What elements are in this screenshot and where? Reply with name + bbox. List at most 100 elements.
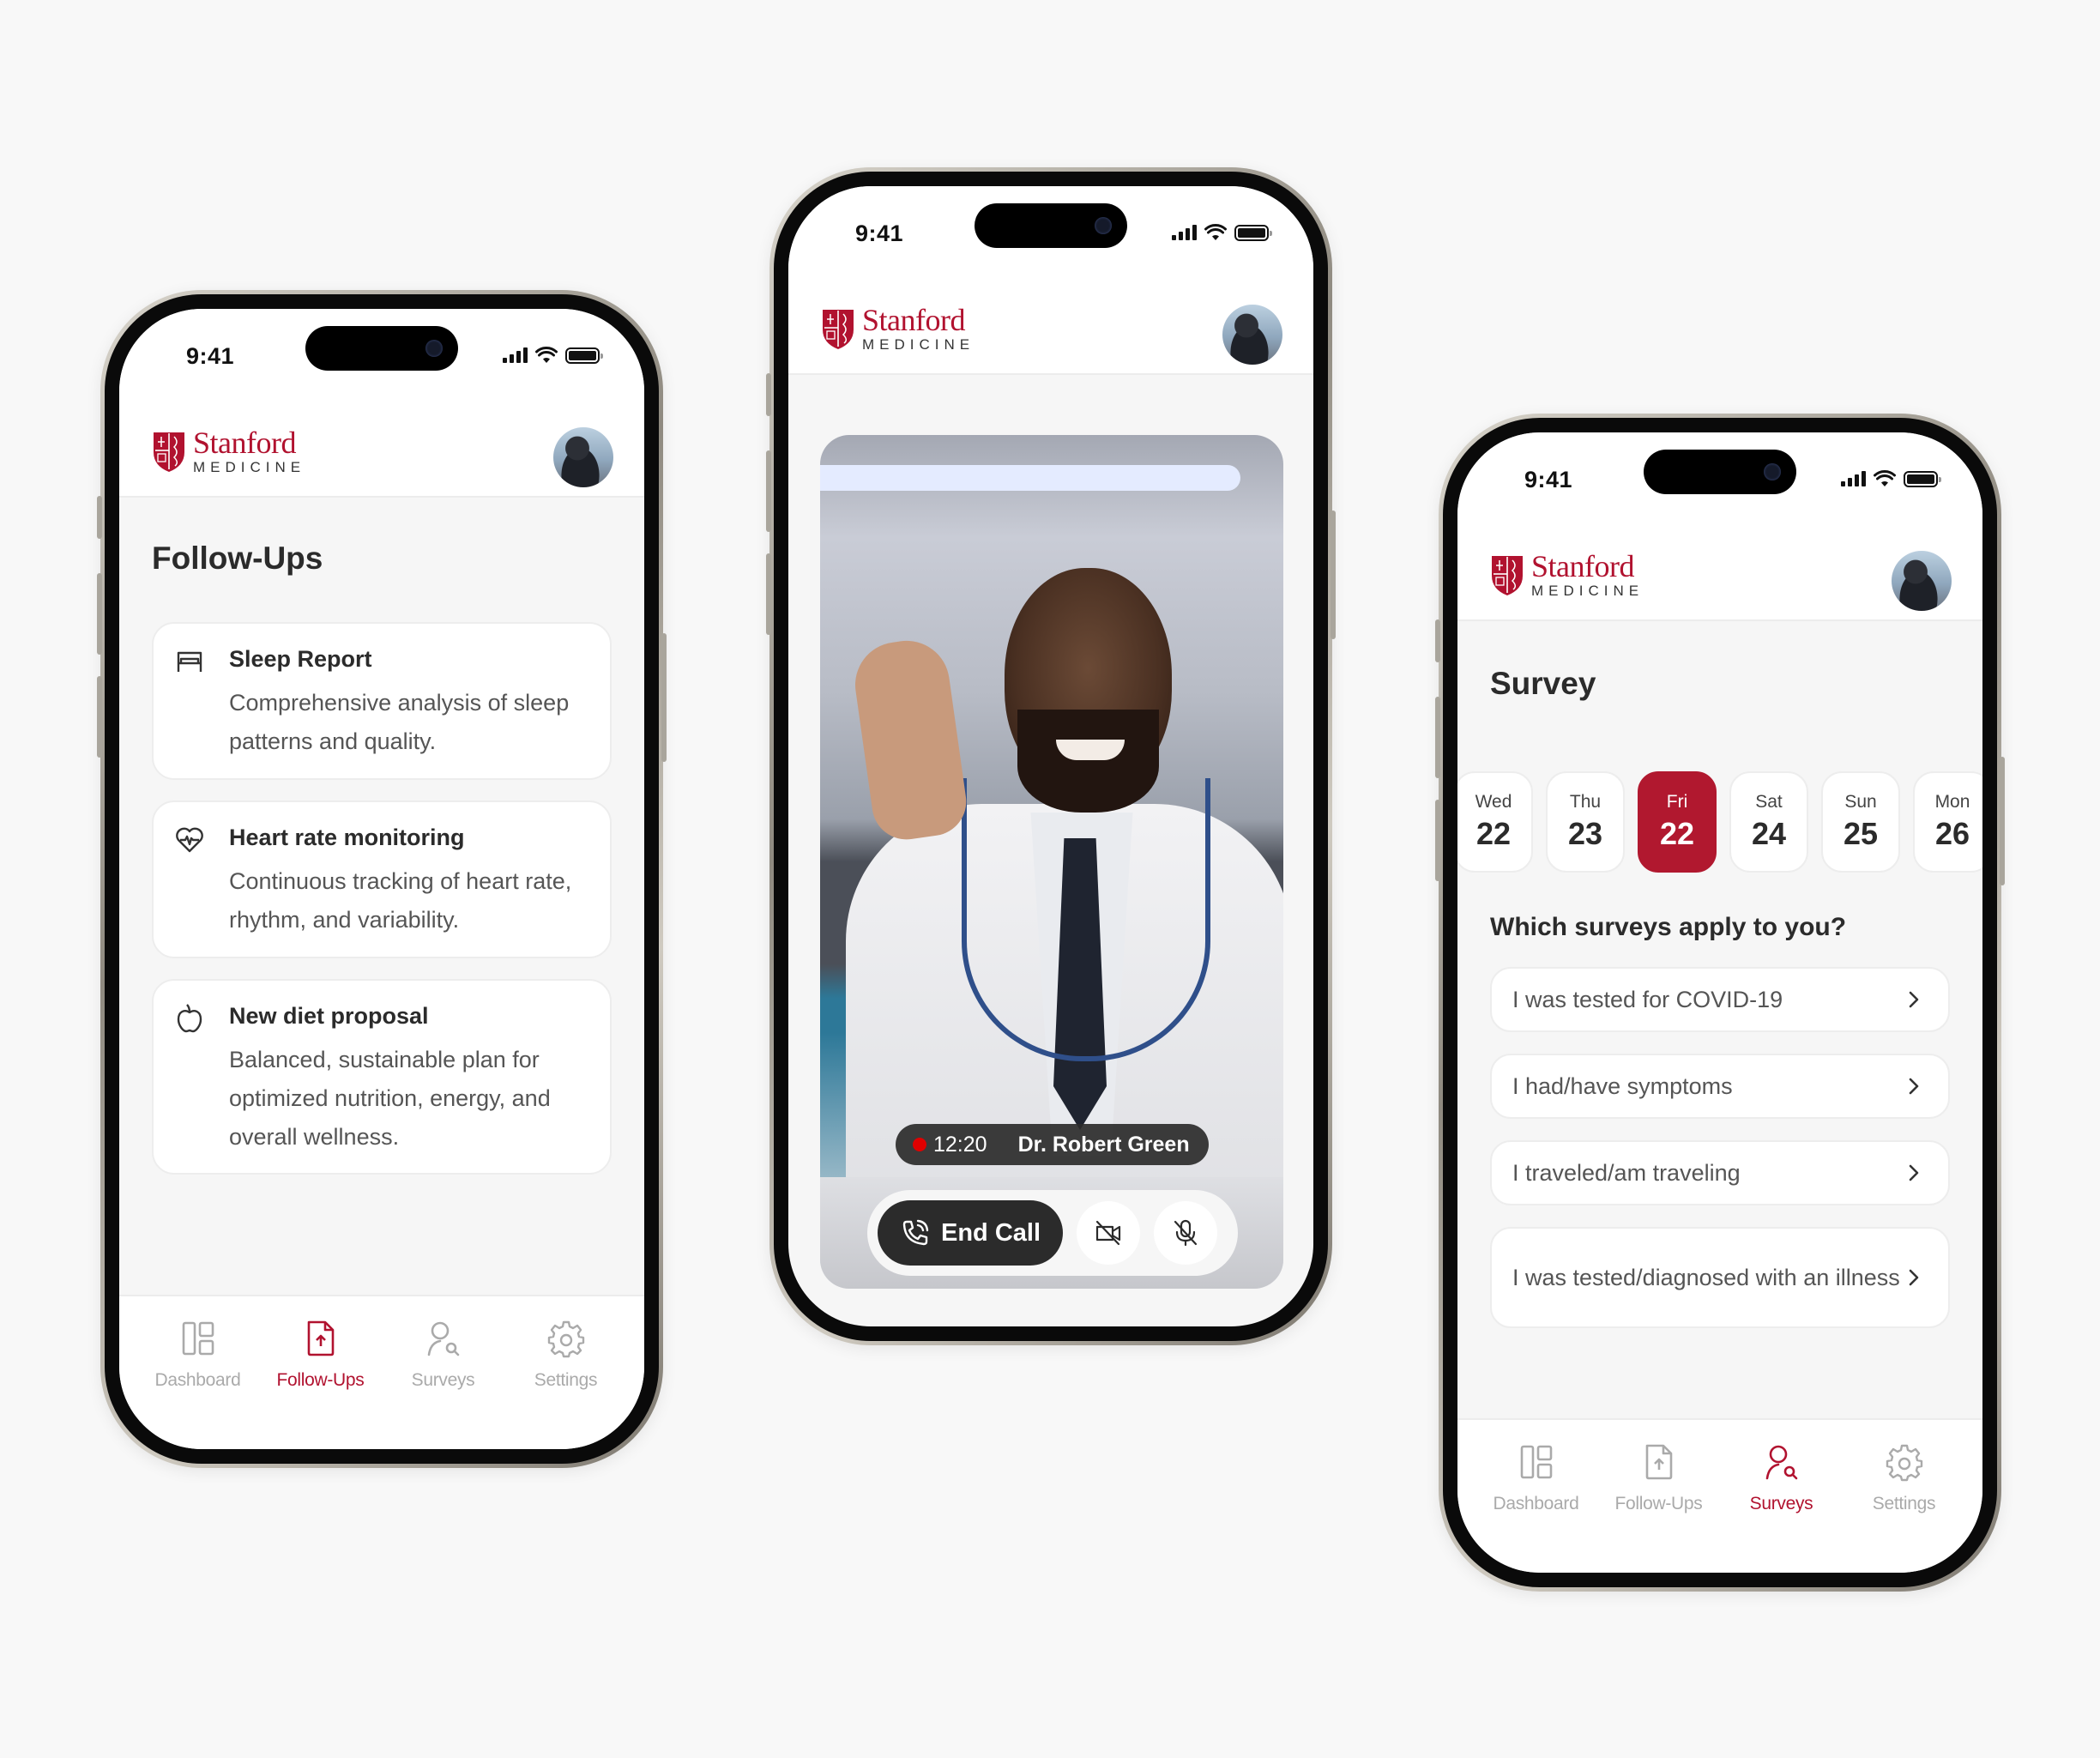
status-icons	[1841, 470, 1941, 487]
card-title: New diet proposal	[229, 1003, 429, 1029]
dynamic-island	[1644, 450, 1796, 494]
bed-icon	[177, 651, 202, 672]
tab-label: Surveys	[411, 1370, 475, 1390]
date-day: 23	[1567, 816, 1603, 851]
status-bar: 9:41	[788, 186, 1313, 272]
date-weekday: Thu	[1569, 792, 1602, 812]
doctor-beard	[1017, 710, 1159, 813]
tab-follow-ups[interactable]: Follow-Ups	[1597, 1420, 1720, 1573]
gear-icon	[547, 1320, 584, 1358]
dashboard-icon	[182, 1321, 214, 1356]
chevron-right-icon	[1909, 991, 1919, 1008]
card-description: Balanced, sustainable plan for optimized…	[229, 1047, 551, 1150]
tab-surveys[interactable]: Surveys	[1720, 1420, 1843, 1573]
chevron-right-icon	[1909, 1164, 1919, 1181]
followup-card-sleep-report[interactable]: Sleep Report Comprehensive analysis of s…	[152, 622, 612, 780]
tab-dashboard[interactable]: Dashboard	[1475, 1420, 1597, 1573]
app-header: Stanford MEDICINE	[788, 272, 1313, 375]
date-weekday: Sat	[1755, 792, 1783, 812]
camera-toggle-button[interactable]	[1077, 1201, 1140, 1265]
cellular-signal-icon	[503, 347, 528, 363]
camera-icon	[1764, 463, 1781, 480]
status-bar: 9:41	[119, 309, 644, 395]
shield-icon	[154, 432, 184, 472]
user-search-icon	[1765, 1445, 1797, 1480]
tab-label: Settings	[1872, 1494, 1936, 1513]
volume-down-button	[97, 676, 102, 758]
stanford-medicine-logo[interactable]: Stanford MEDICINE	[821, 305, 975, 352]
date-day: 22	[1659, 816, 1695, 851]
survey-option[interactable]: I had/have symptoms	[1490, 1054, 1950, 1119]
date-day: 24	[1751, 816, 1787, 851]
stethoscope	[962, 778, 1210, 1061]
card-title: Heart rate monitoring	[229, 825, 465, 850]
end-call-button[interactable]: End Call	[878, 1200, 1063, 1266]
tab-dashboard[interactable]: Dashboard	[136, 1296, 259, 1449]
followup-card-diet-proposal[interactable]: New diet proposal Balanced, sustainable …	[152, 979, 612, 1175]
date-chip[interactable]: Wed 22	[1457, 771, 1533, 873]
date-day: 25	[1843, 816, 1879, 851]
logo-subtitle: MEDICINE	[193, 459, 306, 475]
status-icons	[1172, 224, 1272, 241]
date-chip-selected[interactable]: Fri 22	[1638, 771, 1717, 873]
date-weekday: Mon	[1934, 792, 1970, 812]
volume-up-button	[1435, 697, 1440, 778]
power-button	[661, 633, 667, 762]
tab-label: Follow-Ups	[276, 1370, 365, 1390]
date-day: 22	[1475, 816, 1512, 851]
logo-wordmark: Stanford	[1531, 549, 1634, 583]
tab-label: Surveys	[1749, 1494, 1813, 1513]
card-description: Continuous tracking of heart rate, rhyth…	[229, 868, 572, 933]
dynamic-island	[975, 203, 1127, 248]
card-description: Comprehensive analysis of sleep patterns…	[229, 690, 570, 754]
stanford-medicine-logo[interactable]: Stanford MEDICINE	[152, 427, 305, 474]
call-info-pill: 12:20 Dr. Robert Green	[896, 1124, 1209, 1165]
mute-toggle-button[interactable]	[1154, 1201, 1217, 1265]
user-avatar[interactable]	[553, 427, 613, 487]
camera-off-icon	[1095, 1220, 1121, 1246]
dynamic-island	[305, 326, 458, 371]
camera-icon	[425, 340, 443, 357]
followup-card-heart-rate[interactable]: Heart rate monitoring Continuous trackin…	[152, 800, 612, 958]
status-time: 9:41	[855, 221, 904, 246]
tab-follow-ups[interactable]: Follow-Ups	[259, 1296, 382, 1449]
file-upload-icon	[307, 1320, 334, 1356]
file-upload-icon	[1645, 1444, 1672, 1480]
battery-icon	[565, 347, 603, 364]
recording-indicator-icon	[913, 1138, 926, 1151]
phone-video-call: 9:41 Stanford MEDICINE 12:20 Dr. Robert …	[766, 167, 1336, 1345]
heart-pulse-icon	[176, 827, 203, 853]
call-duration: 12:20	[933, 1132, 987, 1157]
date-chip[interactable]: Sat 24	[1729, 771, 1808, 873]
logo-subtitle: MEDICINE	[862, 336, 975, 353]
action-button	[97, 496, 102, 539]
screen: 9:41 Stanford MEDICINE Follow-Ups Sleep …	[119, 309, 644, 1449]
date-chip[interactable]: Mon 26	[1913, 771, 1982, 873]
chevron-right-icon	[1909, 1078, 1919, 1095]
shield-icon	[1492, 555, 1523, 595]
tab-settings[interactable]: Settings	[1843, 1420, 1965, 1573]
status-bar: 9:41	[1457, 432, 1982, 518]
wifi-icon	[535, 347, 558, 363]
volume-up-button	[97, 573, 102, 655]
user-avatar[interactable]	[1892, 551, 1952, 611]
tab-surveys[interactable]: Surveys	[382, 1296, 504, 1449]
call-controls: End Call	[867, 1190, 1238, 1276]
phone-followups: 9:41 Stanford MEDICINE Follow-Ups Sleep …	[97, 290, 667, 1468]
logo-wordmark: Stanford	[193, 426, 296, 460]
volume-down-button	[1435, 800, 1440, 881]
survey-option[interactable]: I traveled/am traveling	[1490, 1140, 1950, 1205]
user-avatar[interactable]	[1222, 305, 1282, 365]
date-chip[interactable]: Thu 23	[1546, 771, 1625, 873]
survey-option-label: I was tested for COVID-19	[1512, 987, 1783, 1012]
survey-option[interactable]: I was tested/diagnosed with an illness	[1490, 1227, 1950, 1328]
logo-subtitle: MEDICINE	[1531, 583, 1644, 599]
app-header: Stanford MEDICINE	[1457, 518, 1982, 621]
survey-question: Which surveys apply to you?	[1490, 913, 1847, 941]
tab-label: Dashboard	[1493, 1494, 1579, 1513]
tab-label: Follow-Ups	[1614, 1494, 1703, 1513]
tab-settings[interactable]: Settings	[504, 1296, 627, 1449]
date-chip[interactable]: Sun 25	[1821, 771, 1900, 873]
stanford-medicine-logo[interactable]: Stanford MEDICINE	[1490, 551, 1644, 598]
survey-option[interactable]: I was tested for COVID-19	[1490, 967, 1950, 1032]
